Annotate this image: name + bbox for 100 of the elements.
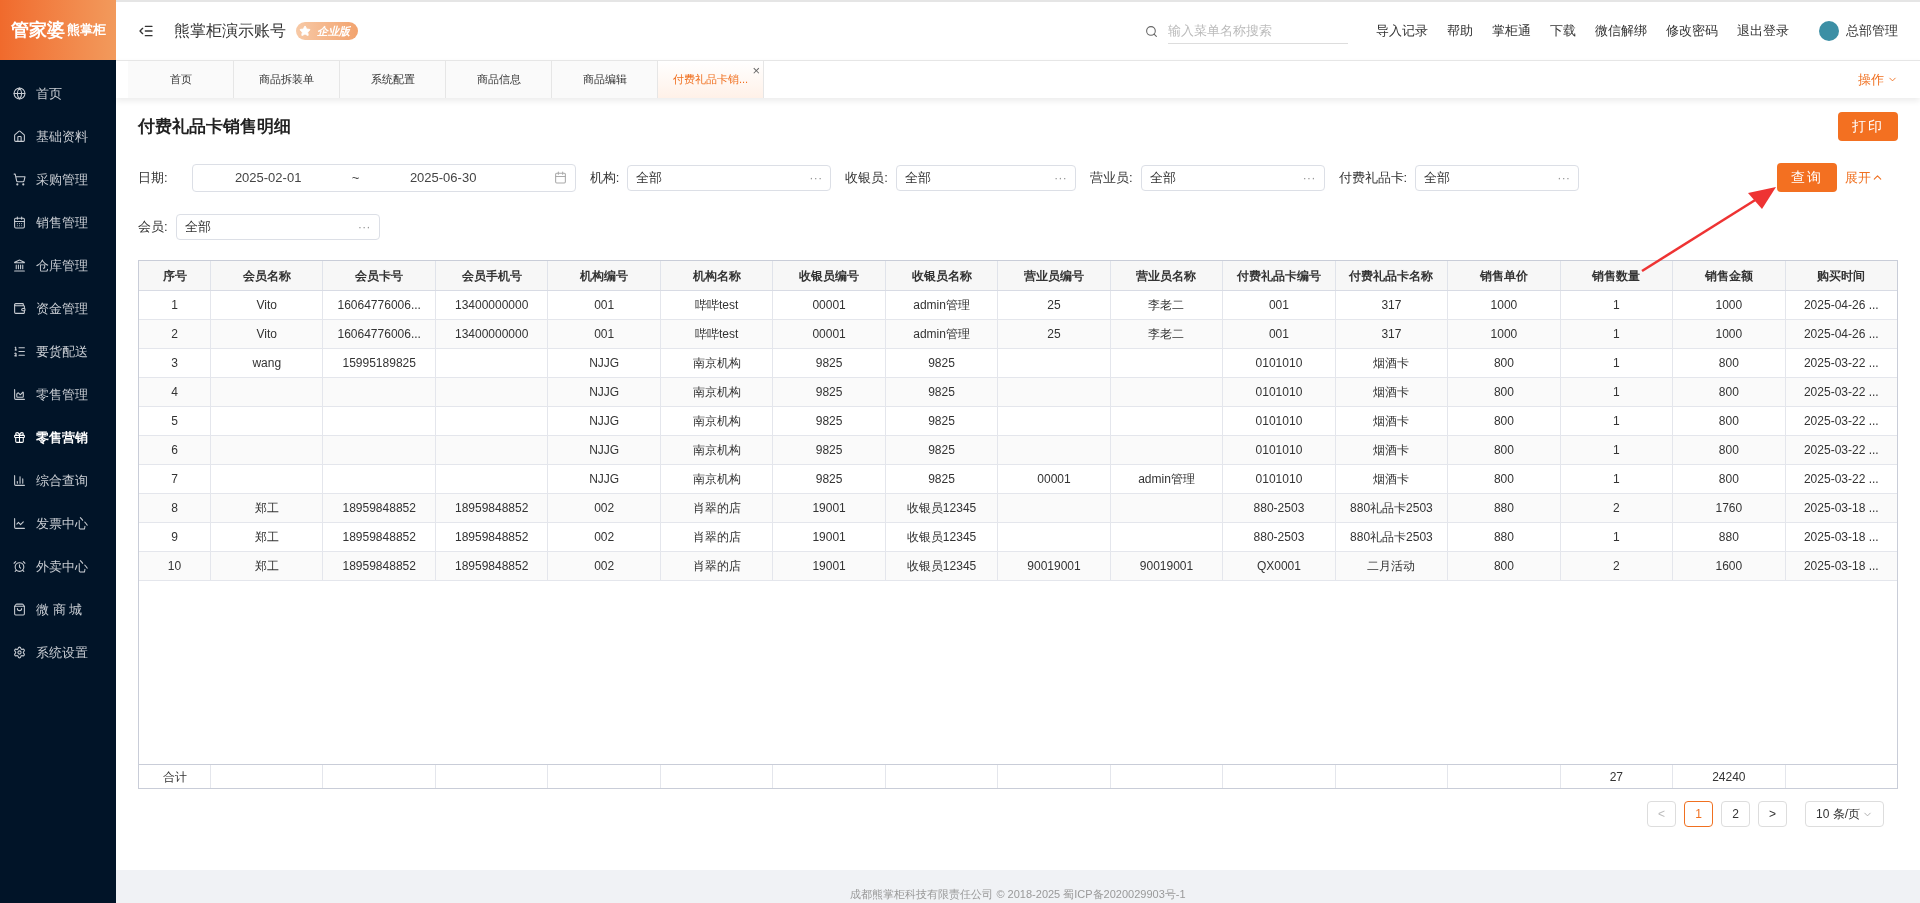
sidebar-item[interactable]: 综合查询 (0, 459, 116, 502)
table-cell-text: 1 (1613, 326, 1620, 343)
table-cell-text: 880 (1493, 500, 1514, 517)
table-cell-text: 8 (171, 500, 178, 517)
header-link[interactable]: 微信解绑 (1595, 21, 1647, 41)
filter-label: 机构: (589, 168, 620, 187)
page-tab[interactable]: 商品编辑 (552, 61, 658, 98)
table-cell-text: 1000 (1490, 297, 1518, 314)
sidebar-item[interactable]: 系统设置 (0, 631, 116, 674)
table-cell-text: 9825 (928, 355, 955, 372)
page-tab[interactable]: 商品拆装单 (234, 61, 340, 98)
sidebar-item[interactable]: 采购管理 (0, 158, 116, 201)
summary-cell-text: 24240 (1712, 768, 1746, 786)
table-cell-text: 1760 (1715, 500, 1743, 517)
select-field[interactable]: 全部 ··· (1140, 164, 1325, 191)
column-header: 收银员编号 (773, 261, 886, 290)
table-cell-text: 25 (1047, 326, 1061, 343)
next-page-button[interactable]: > (1758, 801, 1787, 827)
table-cell-text: 李老二 (1148, 326, 1185, 343)
table-cell-text: 18959848852 (454, 500, 529, 517)
sidebar-item[interactable]: 外卖中心 (0, 545, 116, 588)
account-name: 熊掌柜演示账号 (174, 21, 286, 41)
table-cell-text: NJJG (589, 355, 620, 372)
table-cell-text: 1 (1613, 442, 1620, 459)
close-tab-button[interactable]: × (752, 61, 760, 81)
header-link[interactable]: 修改密码 (1666, 21, 1718, 41)
table-cell-text: 800 (1718, 442, 1739, 459)
page-tab[interactable]: 商品信息 (446, 61, 552, 98)
table-cell-text: 90019001 (1027, 558, 1081, 575)
table-cell-text: 1 (1613, 529, 1620, 546)
table-cell-text: 收银员12345 (906, 558, 977, 575)
table-cell-text: Vito (256, 326, 277, 343)
column-header: 付费礼品卡编号 (1223, 261, 1336, 290)
sidebar-item[interactable]: 零售营销 (0, 416, 116, 459)
table-cell-text: 15995189825 (342, 355, 416, 372)
table-cell-text: 19001 (812, 558, 846, 575)
table-cell-text: 1 (1613, 413, 1620, 430)
table-cell-text: 南京机构 (692, 442, 741, 459)
table-cell-text: 郑工 (254, 558, 279, 575)
summary-cell-text: 27 (1609, 768, 1624, 786)
table-cell-text: 880礼品卡2503 (1350, 500, 1433, 517)
table-cell-text: 0101010 (1255, 413, 1303, 430)
search-icon (1145, 24, 1158, 38)
menu-icon[interactable] (138, 23, 154, 39)
table-cell-text: 880 (1493, 529, 1514, 546)
menu-search-field[interactable]: 输入菜单名称搜索 (1168, 18, 1348, 44)
table-cell-text: 880 (1718, 529, 1739, 546)
table-cell-text: 00001 (1037, 471, 1071, 488)
date-range-field[interactable]: 2025-02-01 ~ 2025-06-30 (191, 163, 576, 192)
table-cell-text: 800 (1718, 355, 1739, 372)
sidebar-item[interactable]: 销售管理 (0, 201, 116, 244)
edition-badge: 企业版 (296, 22, 358, 40)
column-header: 营业员编号 (998, 261, 1111, 290)
column-header: 会员手机号 (435, 261, 549, 290)
sidebar-item[interactable]: 要货配送 (0, 330, 116, 373)
calendar-icon (13, 216, 26, 229)
header-link[interactable]: 下载 (1550, 21, 1576, 41)
select-field[interactable]: 全部 ··· (627, 164, 832, 191)
sidebar-item[interactable]: 资金管理 (0, 287, 116, 330)
select-field[interactable]: 全部 ··· (175, 214, 380, 240)
table-cell-text: 郑工 (254, 500, 279, 517)
header-link[interactable]: 退出登录 (1737, 21, 1789, 41)
calendar-icon (553, 171, 567, 184)
house-icon (13, 130, 26, 143)
header-link[interactable]: 掌柜通 (1492, 21, 1531, 41)
sidebar-item[interactable]: 零售管理 (0, 373, 116, 416)
table-cell-text: 烟酒卡 (1373, 413, 1410, 430)
table-cell-text: 2025-03-22 ... (1803, 442, 1879, 459)
table-cell-text: 18959848852 (342, 500, 416, 517)
user-name[interactable]: 总部管理 (1846, 21, 1898, 41)
table-cell-text: 李老二 (1148, 297, 1185, 314)
column-header: 序号 (139, 261, 211, 290)
page-tab[interactable]: 付费礼品卡销... × (658, 61, 764, 98)
table-cell-text: 1 (1613, 471, 1620, 488)
select-field[interactable]: 全部 ··· (1415, 164, 1580, 191)
sidebar-item[interactable]: 发票中心 (0, 502, 116, 545)
page-tab[interactable]: 首页 (128, 61, 234, 98)
table-cell-text: 二月活动 (1367, 558, 1416, 575)
column-header: 购买时间 (1816, 267, 1867, 285)
select-field[interactable]: 全部 ··· (895, 164, 1076, 191)
sidebar-item[interactable]: 首页 (0, 72, 116, 115)
list-icon (13, 345, 26, 358)
table-cell-text: 7 (171, 471, 178, 488)
gift-icon (13, 431, 26, 444)
column-header: 付费礼品卡名称 (1335, 261, 1449, 290)
sidebar-item[interactable]: 仓库管理 (0, 244, 116, 287)
sidebar-item[interactable]: 微 商 城 (0, 588, 116, 631)
table-cell-text: 9825 (815, 471, 843, 488)
page-button[interactable]: 2 (1721, 801, 1750, 827)
table-cell-text: 收银员12345 (906, 529, 977, 546)
table-cell-text: 2 (1613, 558, 1620, 575)
page-tab[interactable]: 系统配置 (340, 61, 446, 98)
table-cell-text: 13400000000 (454, 326, 529, 343)
page-size-select[interactable]: 10 条/页 (1805, 801, 1884, 827)
table-cell-text: 880-2503 (1253, 529, 1305, 546)
sidebar-item[interactable]: 基础资料 (0, 115, 116, 158)
table-cell-text: 1 (1613, 297, 1620, 314)
table-cell-text: 1000 (1715, 326, 1743, 343)
header-link[interactable]: 帮助 (1447, 21, 1473, 41)
header-link[interactable]: 导入记录 (1376, 21, 1428, 41)
